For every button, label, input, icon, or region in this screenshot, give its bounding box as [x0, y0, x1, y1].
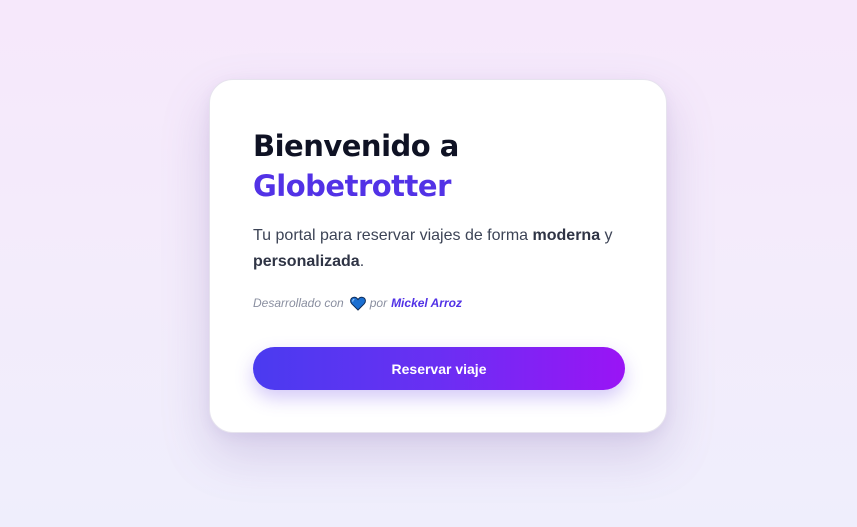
title-line: Bienvenido a — [253, 129, 459, 163]
brand-name: Globetrotter — [253, 169, 451, 203]
description-text: y — [600, 227, 613, 244]
reserve-trip-button[interactable]: Reservar viaje — [253, 347, 625, 390]
welcome-title: Bienvenido a Globetrotter — [253, 126, 623, 206]
welcome-card: Bienvenido a Globetrotter Tu portal para… — [209, 79, 667, 433]
description-text: . — [359, 253, 365, 270]
credit-prefix: Desarrollado con — [253, 296, 344, 310]
heart-icon — [349, 296, 366, 311]
credit-by: por — [369, 296, 388, 310]
description-highlight-moderna: moderna — [532, 227, 601, 244]
description-highlight-personalizada: personalizada — [253, 253, 360, 270]
description-text: Tu portal para reservar viajes de forma — [253, 227, 533, 244]
author-link[interactable]: Mickel Arroz — [391, 294, 462, 312]
credit-line: Desarrollado con por Mickel Arroz — [253, 294, 623, 312]
welcome-description: Tu portal para reservar viajes de forma … — [253, 223, 623, 275]
